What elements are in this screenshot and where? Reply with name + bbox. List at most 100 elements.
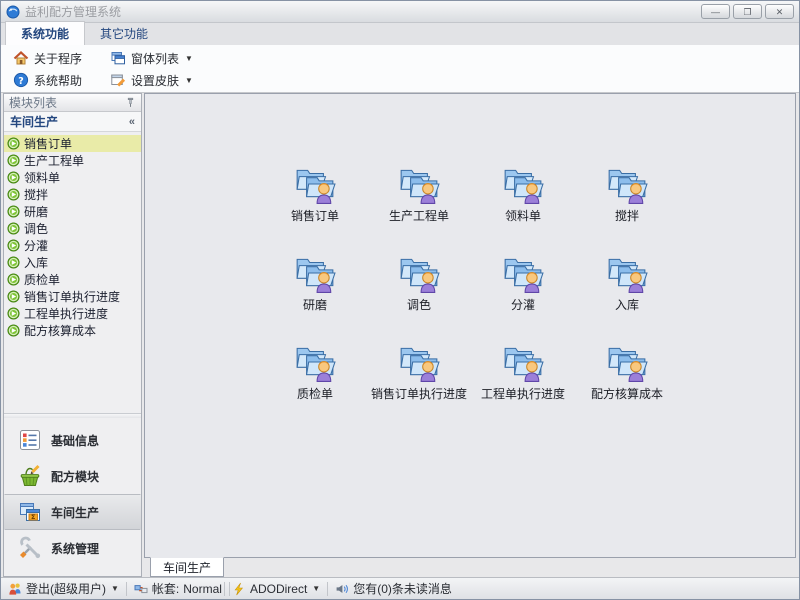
section-label: 配方模块 xyxy=(51,468,99,485)
logout-label: 登出(超级用户) xyxy=(26,580,106,597)
about-program-button[interactable]: 关于程序 xyxy=(9,48,86,69)
module-label: 销售订单 xyxy=(291,207,339,224)
dropdown-arrow-icon: ▼ xyxy=(111,584,119,593)
statusbar: 登出(超级用户) ▼ 帐套: Normal ADODirect ▼ 您有(0)条… xyxy=(1,577,799,599)
connection-mode-button[interactable]: ADODirect ▼ xyxy=(232,582,320,596)
sidebar-item-sales-order[interactable]: 销售订单 xyxy=(4,135,141,152)
module-label: 领料单 xyxy=(505,207,541,224)
sidebar-item-filling[interactable]: 分灌 xyxy=(4,237,141,254)
unread-messages-label: 您有(0)条未读消息 xyxy=(353,580,452,597)
module-material-request[interactable]: 领料单 xyxy=(471,164,575,253)
statusbar-divider xyxy=(126,582,127,596)
module-sales-order[interactable]: 销售订单 xyxy=(263,164,367,253)
sidebar-item-work-order-progress[interactable]: 工程单执行进度 xyxy=(4,305,141,322)
pin-icon[interactable] xyxy=(125,97,136,108)
account-set-label: 帐套: xyxy=(152,580,179,597)
module-quality-check[interactable]: 质检单 xyxy=(263,342,367,431)
sidebar-item-formula-costing[interactable]: 配方核算成本 xyxy=(4,322,141,339)
unread-messages-indicator[interactable]: 您有(0)条未读消息 xyxy=(335,580,452,597)
module-label: 分灌 xyxy=(511,296,535,313)
close-button[interactable]: ✕ xyxy=(765,4,794,19)
sidebar-section-formula-module[interactable]: 配方模块 xyxy=(4,458,141,494)
minimize-button[interactable]: — xyxy=(701,4,730,19)
form-list-button[interactable]: 窗体列表 ▼ xyxy=(106,48,197,69)
sidebar-group-title: 车间生产 xyxy=(10,113,58,130)
nav-item-label: 研磨 xyxy=(24,203,48,220)
module-color-mixing[interactable]: 调色 xyxy=(367,253,471,342)
help-icon xyxy=(13,72,29,88)
sidebar-item-quality-check[interactable]: 质检单 xyxy=(4,271,141,288)
windows-icon xyxy=(110,50,126,66)
tools-icon xyxy=(18,536,42,560)
folder-user-icon xyxy=(294,342,336,382)
maximize-button[interactable]: ❐ xyxy=(733,4,762,19)
nav-item-label: 销售订单 xyxy=(24,135,72,152)
sidebar-item-grinding[interactable]: 研磨 xyxy=(4,203,141,220)
collapse-icon[interactable]: « xyxy=(129,116,135,128)
module-sidebar: 模块列表 车间生产 « 销售订单 生产工程单 领料单 xyxy=(3,93,142,577)
folder-user-icon xyxy=(502,342,544,382)
module-label: 入库 xyxy=(615,296,639,313)
green-arrow-icon xyxy=(7,222,20,235)
skin-icon xyxy=(110,72,126,88)
titlebar: 益利配方管理系统 — ❐ ✕ xyxy=(1,1,799,23)
speaker-icon xyxy=(335,582,349,596)
system-help-button[interactable]: 系统帮助 xyxy=(9,70,86,91)
folder-user-icon xyxy=(398,164,440,204)
module-label: 搅拌 xyxy=(615,207,639,224)
module-formula-costing[interactable]: 配方核算成本 xyxy=(575,342,679,431)
window-body: 模块列表 车间生产 « 销售订单 生产工程单 领料单 xyxy=(1,93,799,577)
sidebar-section-workshop-production[interactable]: 车间生产 xyxy=(4,494,141,530)
nav-item-label: 调色 xyxy=(24,220,48,237)
module-grinding[interactable]: 研磨 xyxy=(263,253,367,342)
tab-system-functions[interactable]: 系统功能 xyxy=(5,21,85,45)
module-filling[interactable]: 分灌 xyxy=(471,253,575,342)
sidebar-item-material-request[interactable]: 领料单 xyxy=(4,169,141,186)
module-work-order-progress[interactable]: 工程单执行进度 xyxy=(471,342,575,431)
nav-item-label: 搅拌 xyxy=(24,186,48,203)
about-program-label: 关于程序 xyxy=(34,50,82,67)
sidebar-section-basic-info[interactable]: 基础信息 xyxy=(4,422,141,458)
sidebar-item-sales-order-progress[interactable]: 销售订单执行进度 xyxy=(4,288,141,305)
info-list-icon xyxy=(18,428,42,452)
system-help-label: 系统帮助 xyxy=(34,72,82,89)
green-arrow-icon xyxy=(7,154,20,167)
logout-button[interactable]: 登出(超级用户) ▼ xyxy=(8,580,119,597)
set-skin-label: 设置皮肤 xyxy=(131,72,179,89)
sidebar-item-production-order[interactable]: 生产工程单 xyxy=(4,152,141,169)
green-arrow-icon xyxy=(7,324,20,337)
module-nav-list: 销售订单 生产工程单 领料单 搅拌 研磨 xyxy=(4,132,141,339)
ribbon-tabbar: 系统功能 其它功能 xyxy=(1,23,799,45)
account-set-icon xyxy=(134,582,148,596)
window-title: 益利配方管理系统 xyxy=(25,3,121,20)
folder-user-icon xyxy=(398,342,440,382)
nav-item-label: 领料单 xyxy=(24,169,60,186)
module-label: 生产工程单 xyxy=(389,207,449,224)
sidebar-item-warehousing[interactable]: 入库 xyxy=(4,254,141,271)
nav-item-label: 质检单 xyxy=(24,271,60,288)
connection-mode-label: ADODirect xyxy=(250,582,307,596)
document-tab-workshop[interactable]: 车间生产 xyxy=(150,557,224,577)
toolbar-row-2: 系统帮助 设置皮肤 ▼ xyxy=(9,69,799,91)
sidebar-item-stirring[interactable]: 搅拌 xyxy=(4,186,141,203)
toolbar-row-1: 关于程序 窗体列表 ▼ xyxy=(9,47,799,69)
nav-item-label: 配方核算成本 xyxy=(24,322,96,339)
module-label: 工程单执行进度 xyxy=(481,385,565,402)
module-stirring[interactable]: 搅拌 xyxy=(575,164,679,253)
tab-other-functions[interactable]: 其它功能 xyxy=(85,22,163,45)
dropdown-arrow-icon: ▼ xyxy=(185,76,193,85)
statusbar-divider xyxy=(327,582,328,596)
green-arrow-icon xyxy=(7,171,20,184)
nav-item-label: 工程单执行进度 xyxy=(24,305,108,322)
folder-user-icon xyxy=(502,253,544,293)
account-set-indicator[interactable]: 帐套: Normal xyxy=(134,580,222,597)
folder-user-icon xyxy=(398,253,440,293)
sidebar-item-color-mixing[interactable]: 调色 xyxy=(4,220,141,237)
module-production-order[interactable]: 生产工程单 xyxy=(367,164,471,253)
module-sales-order-progress[interactable]: 销售订单执行进度 xyxy=(367,342,471,431)
set-skin-button[interactable]: 设置皮肤 ▼ xyxy=(106,70,197,91)
sidebar-section-system-management[interactable]: 系统管理 xyxy=(4,530,141,566)
nav-item-label: 生产工程单 xyxy=(24,152,84,169)
module-warehousing[interactable]: 入库 xyxy=(575,253,679,342)
lightning-icon xyxy=(232,582,246,596)
